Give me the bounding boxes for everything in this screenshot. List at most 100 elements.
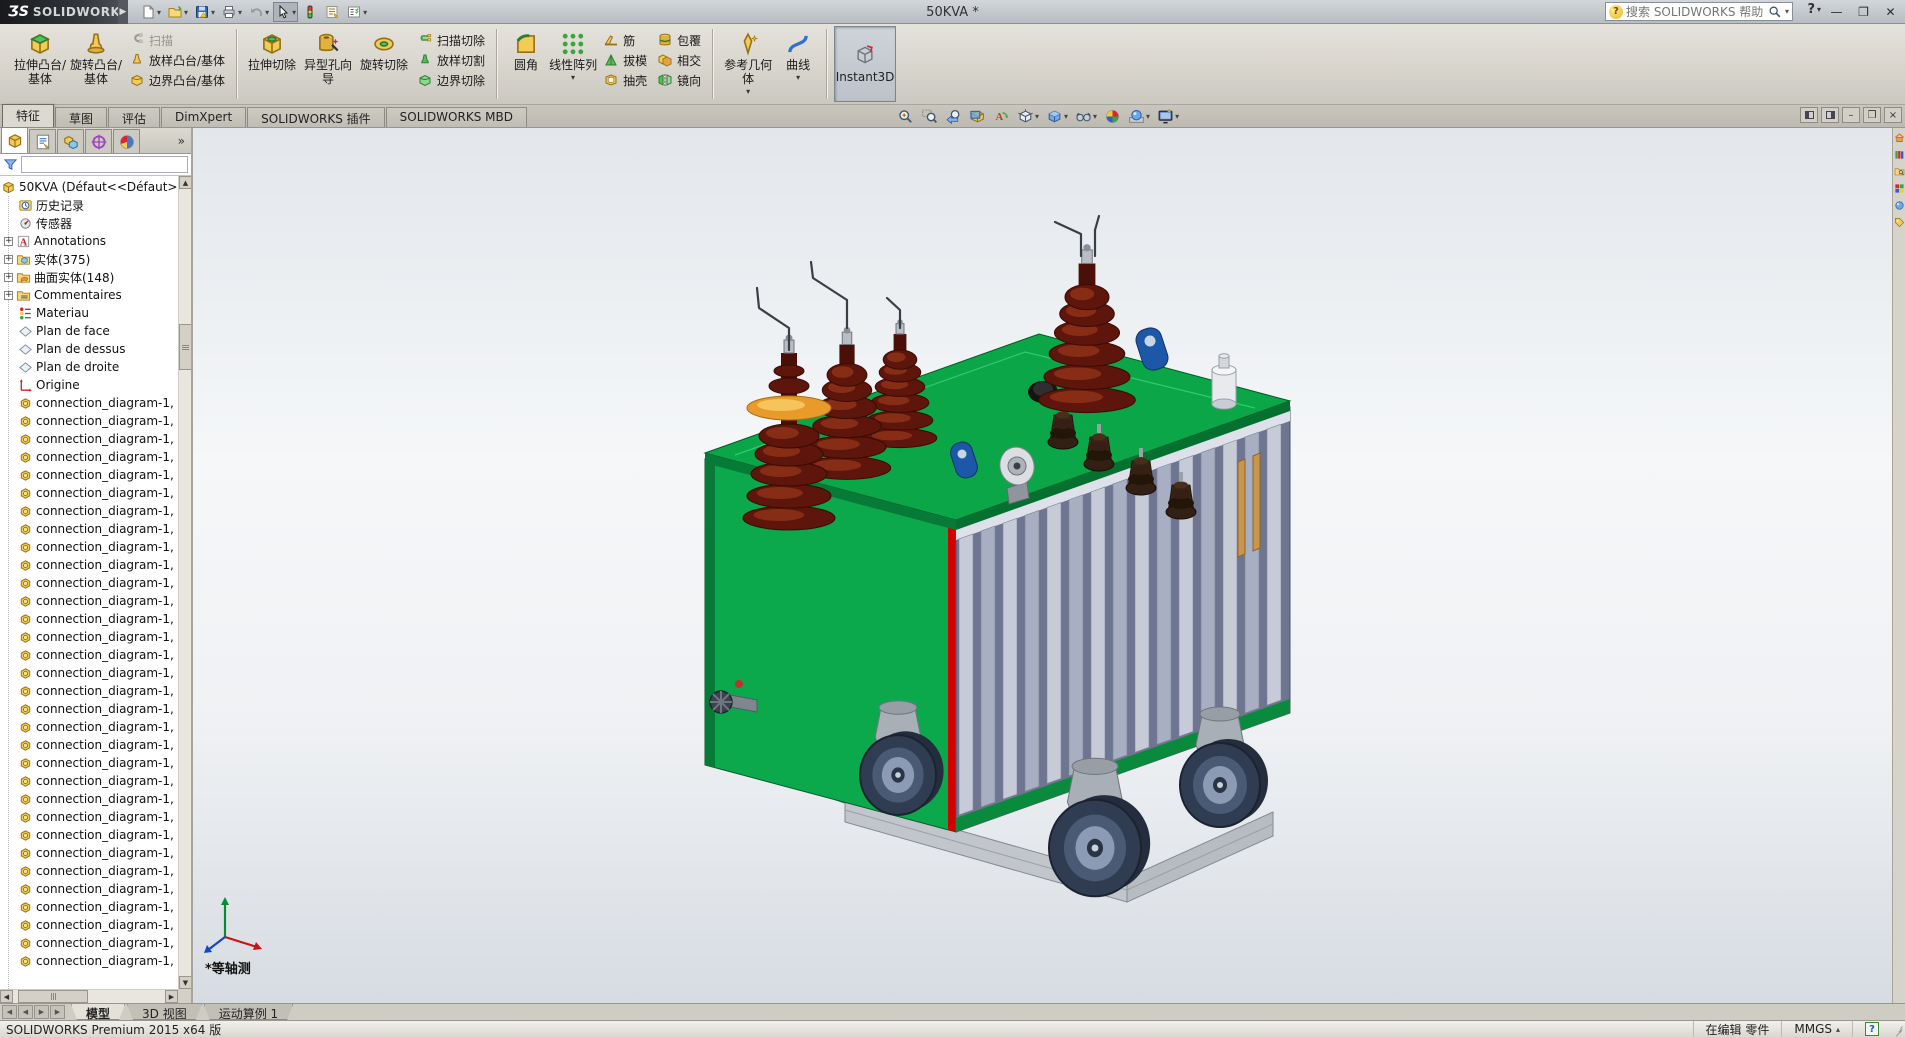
tab-特征[interactable]: 特征 <box>2 104 54 127</box>
tree-item-connection-diagram[interactable]: connection_diagram-1, <box>0 916 178 934</box>
tree-item-history[interactable]: 历史记录 <box>0 196 178 214</box>
tab-nav-previous-button[interactable]: ◀ <box>18 1005 33 1019</box>
zoom-to-area-button[interactable] <box>919 107 940 127</box>
dropdown-arrow-icon[interactable]: ▾ <box>796 74 800 82</box>
wrap-button[interactable]: 包覆 <box>652 30 706 50</box>
zoom-to-fit-button[interactable] <box>895 107 916 127</box>
scrollbar-thumb[interactable] <box>179 324 191 370</box>
revolved-boss-base-button[interactable]: 旋转凸台/基体 <box>68 26 124 102</box>
close-button[interactable]: ✕ <box>1878 2 1903 21</box>
lofted-boss-base-button[interactable]: 放样凸台/基体 <box>124 50 230 70</box>
doc-restore-button[interactable]: ❐ <box>1863 107 1881 123</box>
panel-tab-featuremanager[interactable] <box>1 127 28 153</box>
tree-item-connection-diagram[interactable]: connection_diagram-1, <box>0 646 178 664</box>
tab-SOLIDWORKS 插件[interactable]: SOLIDWORKS 插件 <box>247 107 384 127</box>
task-pane-solidworks-resources[interactable] <box>1894 132 1905 143</box>
print-button[interactable]: ▾ <box>219 2 244 22</box>
lofted-cut-button[interactable]: 放样切割 <box>412 50 490 70</box>
tree-item-connection-diagram[interactable]: connection_diagram-1, <box>0 520 178 538</box>
shell-button[interactable]: 抽壳 <box>598 70 652 90</box>
doc-tab-3d-views[interactable]: 3D 视图 <box>127 1004 202 1020</box>
minimize-button[interactable]: — <box>1824 2 1849 21</box>
mirror-button[interactable]: 镜向 <box>652 70 706 90</box>
dropdown-arrow-icon[interactable]: ▾ <box>746 88 750 96</box>
fillet-button[interactable]: 圆角 <box>504 26 548 102</box>
hide-show-items-button[interactable]: ▾ <box>1073 107 1099 127</box>
dropdown-arrow-icon[interactable]: ▾ <box>265 8 269 17</box>
rib-button[interactable]: 筋 <box>598 30 652 50</box>
tree-horizontal-scrollbar[interactable]: ◀ ▶ <box>0 989 178 1003</box>
revolved-cut-button[interactable]: 旋转切除 <box>356 26 412 102</box>
appearance-button[interactable] <box>300 2 320 22</box>
instant3d-toggle[interactable]: Instant3D <box>834 26 896 102</box>
pane-right-button[interactable] <box>1821 107 1839 123</box>
search-input[interactable] <box>1626 5 1765 19</box>
tab-DimXpert[interactable]: DimXpert <box>161 107 246 127</box>
search-icon[interactable] <box>1768 5 1782 19</box>
tree-filter-input[interactable] <box>21 156 188 173</box>
tree-item-connection-diagram[interactable]: connection_diagram-1, <box>0 844 178 862</box>
tab-nav-next-button[interactable]: ▶ <box>34 1005 49 1019</box>
tab-草图[interactable]: 草图 <box>55 107 107 127</box>
dropdown-arrow-icon[interactable]: ▾ <box>1093 112 1097 121</box>
tree-item-connection-diagram[interactable]: connection_diagram-1, <box>0 736 178 754</box>
task-pane-view-palette[interactable] <box>1894 183 1905 194</box>
tree-item-origin[interactable]: Origine <box>0 376 178 394</box>
tree-item-connection-diagram[interactable]: connection_diagram-1, <box>0 466 178 484</box>
save-button[interactable]: ▾ <box>192 2 217 22</box>
tree-item-connection-diagram[interactable]: connection_diagram-1, <box>0 538 178 556</box>
search-box[interactable]: ? ▾ <box>1605 2 1793 21</box>
filter-icon[interactable] <box>3 157 18 172</box>
previous-view-button[interactable] <box>943 107 964 127</box>
tab-SOLIDWORKS MBD[interactable]: SOLIDWORKS MBD <box>386 107 527 127</box>
tree-item-root-part[interactable]: 50KVA (Défaut<<Défaut> <box>0 178 178 196</box>
dropdown-arrow-icon[interactable]: ▾ <box>184 8 188 17</box>
tree-item-connection-diagram[interactable]: connection_diagram-1, <box>0 448 178 466</box>
tree-item-connection-diagram[interactable]: connection_diagram-1, <box>0 394 178 412</box>
scroll-left-icon[interactable]: ◀ <box>0 990 13 1003</box>
tree-item-connection-diagram[interactable]: connection_diagram-1, <box>0 898 178 916</box>
help-button[interactable]: ?▾ <box>1807 2 1821 17</box>
tree-item-connection-diagram[interactable]: connection_diagram-1, <box>0 610 178 628</box>
panel-tab-dimxpertmanager[interactable] <box>85 129 112 153</box>
new-document-button[interactable]: ▾ <box>138 2 163 22</box>
model-3d-transformer[interactable] <box>695 200 1295 910</box>
boundary-cut-button[interactable]: 边界切除 <box>412 70 490 90</box>
dropdown-arrow-icon[interactable]: ▾ <box>363 8 367 17</box>
tree-item-connection-diagram[interactable]: connection_diagram-1, <box>0 682 178 700</box>
doc-tab-model[interactable]: 模型 <box>71 1004 125 1020</box>
expander-icon[interactable]: + <box>4 237 13 246</box>
linear-pattern-button[interactable]: 线性阵列 ▾ <box>548 26 598 102</box>
scroll-up-icon[interactable]: ▲ <box>179 176 191 189</box>
tree-item-connection-diagram[interactable]: connection_diagram-1, <box>0 862 178 880</box>
dropdown-arrow-icon[interactable]: ▾ <box>292 8 296 17</box>
tree-item-connection-diagram[interactable]: connection_diagram-1, <box>0 934 178 952</box>
tree-item-front-plane[interactable]: Plan de face <box>0 322 178 340</box>
extruded-boss-base-button[interactable]: 拉伸凸台/基体 <box>12 26 68 102</box>
scroll-right-icon[interactable]: ▶ <box>165 990 178 1003</box>
view-settings-button[interactable]: ▾ <box>1155 107 1181 127</box>
reference-geometry-button[interactable]: 参考几何体 ▾ <box>720 26 776 102</box>
breather-cylinder[interactable] <box>1212 354 1236 409</box>
tree-item-connection-diagram[interactable]: connection_diagram-1, <box>0 592 178 610</box>
tree-item-connection-diagram[interactable]: connection_diagram-1, <box>0 556 178 574</box>
panel-tab-configurationmanager[interactable] <box>57 129 84 153</box>
tree-item-connection-diagram[interactable]: connection_diagram-1, <box>0 412 178 430</box>
section-view-button[interactable] <box>967 107 988 127</box>
tab-评估[interactable]: 评估 <box>108 107 160 127</box>
quick-tips-icon[interactable]: ? <box>1865 1022 1879 1036</box>
extruded-cut-button[interactable]: 拉伸切除 <box>244 26 300 102</box>
restore-button[interactable]: ❐ <box>1851 2 1876 21</box>
tree-item-connection-diagram[interactable]: connection_diagram-1, <box>0 808 178 826</box>
dynamic-annotation-views-button[interactable]: A <box>991 107 1012 127</box>
panel-tabs-overflow[interactable]: » <box>178 134 185 148</box>
tree-item-connection-diagram[interactable]: connection_diagram-1, <box>0 700 178 718</box>
scroll-down-icon[interactable]: ▼ <box>179 976 191 989</box>
tree-item-connection-diagram[interactable]: connection_diagram-1, <box>0 664 178 682</box>
apply-scene-button[interactable]: ▾ <box>1126 107 1152 127</box>
open-button[interactable]: ▾ <box>165 2 190 22</box>
tree-item-connection-diagram[interactable]: connection_diagram-1, <box>0 628 178 646</box>
tab-nav-last-button[interactable]: ▶ <box>50 1005 65 1019</box>
resize-grip[interactable] <box>1891 1021 1905 1037</box>
draft-button[interactable]: 拔模 <box>598 50 652 70</box>
